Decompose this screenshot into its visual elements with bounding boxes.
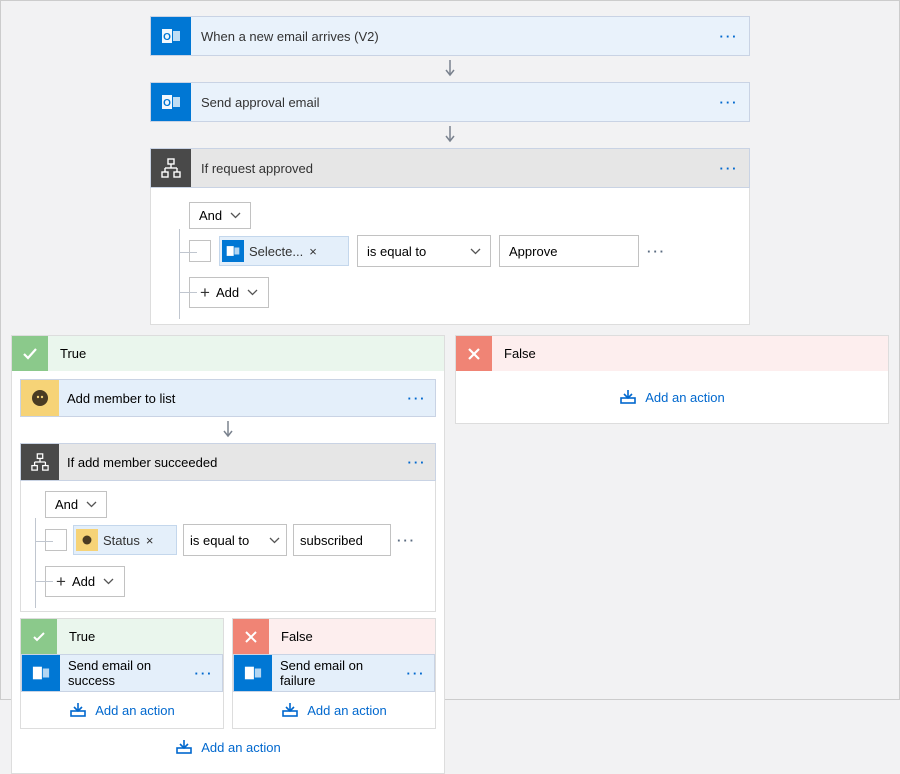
row-more-menu[interactable]: ··· [647, 244, 666, 259]
branch-true-header: True [11, 335, 445, 371]
outlook-icon: O [151, 83, 191, 121]
add-label: Add [72, 574, 95, 589]
svg-text:O: O [163, 32, 171, 43]
chevron-down-icon [103, 578, 114, 585]
condition-icon [21, 444, 59, 480]
condition-title: If add member succeeded [59, 455, 399, 470]
x-icon [456, 336, 492, 372]
action-label: Add member to list [59, 391, 399, 406]
add-action-label: Add an action [307, 703, 387, 718]
more-menu[interactable]: ··· [709, 95, 749, 110]
more-menu[interactable]: ··· [399, 455, 435, 470]
outlook-icon [222, 240, 244, 262]
add-row-button[interactable]: + Add [45, 566, 125, 597]
logic-operator-dropdown[interactable]: And [189, 202, 251, 229]
mailchimp-icon [21, 380, 59, 416]
condition-icon [151, 149, 191, 187]
branch-true-label: True [69, 629, 95, 644]
trigger-label: When a new email arrives (V2) [191, 29, 709, 44]
add-label: Add [216, 285, 239, 300]
more-menu[interactable]: ··· [709, 161, 749, 176]
add-action-button[interactable]: Add an action [20, 729, 436, 765]
action-label: Send email on failure [272, 658, 398, 688]
branch-true-header: True [20, 618, 224, 654]
trigger-email-arrives[interactable]: O When a new email arrives (V2) ··· [150, 16, 750, 56]
logic-operator-dropdown[interactable]: And [45, 491, 107, 518]
add-action-label: Add an action [201, 740, 281, 755]
branch-true-label: True [60, 346, 86, 361]
chevron-down-icon [230, 212, 241, 219]
comparison-operator-dropdown[interactable]: is equal to [357, 235, 491, 267]
action-send-email-success[interactable]: Send email on success ··· [21, 654, 223, 692]
plus-icon: + [56, 573, 66, 590]
value-text: Approve [509, 244, 557, 259]
chevron-down-icon [470, 248, 481, 255]
logic-label: And [55, 497, 78, 512]
check-icon [21, 619, 57, 655]
token-label: Status [103, 533, 140, 548]
add-action-icon [175, 739, 193, 755]
chevron-down-icon [86, 501, 97, 508]
flow-arrow-icon [442, 122, 458, 148]
value-text: subscribed [300, 533, 363, 548]
token-label: Selecte... [249, 244, 303, 259]
dynamic-token-selected[interactable]: Selecte... × [219, 236, 349, 266]
dynamic-token-status[interactable]: Status × [73, 525, 177, 555]
comparison-operator-dropdown[interactable]: is equal to [183, 524, 287, 556]
add-action-icon [619, 389, 637, 405]
outlook-icon: O [151, 17, 191, 55]
flow-arrow-icon [20, 417, 436, 443]
flow-arrow-icon [442, 56, 458, 82]
action-label: Send email on success [60, 658, 186, 688]
condition-request-approved[interactable]: If request approved ··· [150, 148, 750, 188]
operator-label: is equal to [367, 244, 426, 259]
action-send-approval[interactable]: O Send approval email ··· [150, 82, 750, 122]
branch-false-header: False [455, 335, 889, 371]
mailchimp-icon [76, 529, 98, 551]
branch-false-label: False [504, 346, 536, 361]
condition-add-member-succeeded[interactable]: If add member succeeded ··· [20, 443, 436, 481]
outlook-icon [22, 655, 60, 691]
action-add-member[interactable]: Add member to list ··· [20, 379, 436, 417]
action-label: Send approval email [191, 95, 709, 110]
more-menu[interactable]: ··· [186, 666, 222, 681]
svg-text:O: O [163, 98, 171, 109]
x-icon [233, 619, 269, 655]
chevron-down-icon [269, 537, 280, 544]
row-checkbox[interactable] [189, 240, 211, 262]
branch-false-label: False [281, 629, 313, 644]
add-action-button[interactable]: Add an action [21, 692, 223, 728]
add-action-icon [69, 702, 87, 718]
add-action-icon [281, 702, 299, 718]
remove-token-icon[interactable]: × [309, 244, 317, 259]
action-send-email-failure[interactable]: Send email on failure ··· [233, 654, 435, 692]
condition-title: If request approved [191, 161, 709, 176]
more-menu[interactable]: ··· [709, 29, 749, 44]
branch-false-header: False [232, 618, 436, 654]
row-checkbox[interactable] [45, 529, 67, 551]
row-more-menu[interactable]: ··· [397, 533, 416, 548]
logic-label: And [199, 208, 222, 223]
add-action-label: Add an action [95, 703, 175, 718]
operator-label: is equal to [190, 533, 249, 548]
chevron-down-icon [247, 289, 258, 296]
comparison-value-input[interactable]: subscribed [293, 524, 391, 556]
check-icon [12, 336, 48, 372]
add-action-label: Add an action [645, 390, 725, 405]
plus-icon: + [200, 284, 210, 301]
more-menu[interactable]: ··· [399, 391, 435, 406]
outlook-icon [234, 655, 272, 691]
remove-token-icon[interactable]: × [146, 533, 154, 548]
more-menu[interactable]: ··· [398, 666, 434, 681]
add-action-button[interactable]: Add an action [233, 692, 435, 728]
add-action-button[interactable]: Add an action [464, 379, 880, 415]
add-row-button[interactable]: + Add [189, 277, 269, 308]
comparison-value-input[interactable]: Approve [499, 235, 639, 267]
